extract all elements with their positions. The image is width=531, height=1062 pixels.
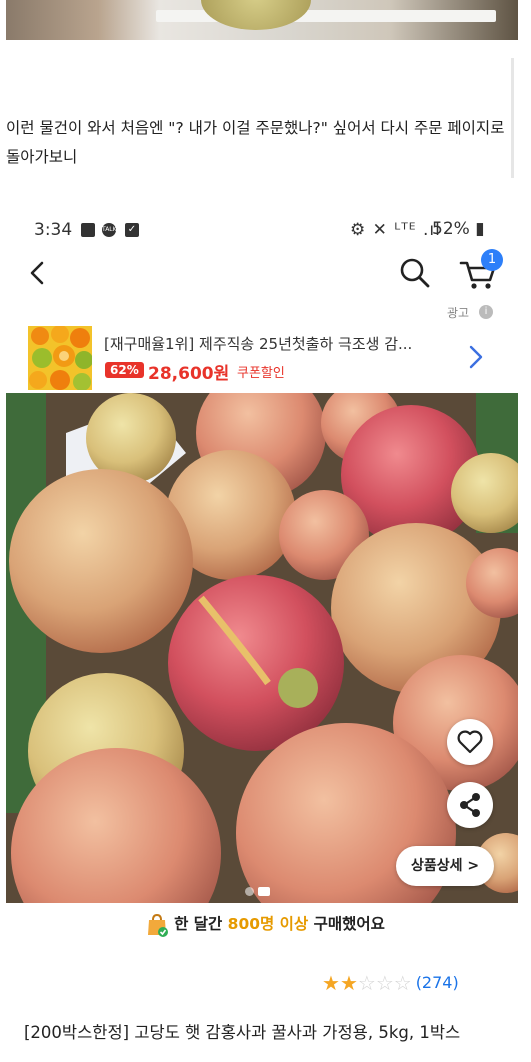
purchase-info: 한 달간 800명 이상 구매했어요 xyxy=(0,912,531,937)
status-time: 3:34 xyxy=(34,220,73,240)
review-count[interactable]: (274) xyxy=(416,973,459,992)
discount-badge: 62% xyxy=(105,362,144,378)
star-empty-icon: ☆ xyxy=(357,970,376,995)
post-caption: 이런 물건이 와서 처음엔 "? 내가 이걸 주문했나?" 싶어서 다시 주문 … xyxy=(6,119,505,166)
battery-icon: ▮ xyxy=(469,219,485,239)
star-filled-icon: ★ xyxy=(339,970,358,995)
gallery-icon xyxy=(81,223,95,237)
ad-thumbnail[interactable] xyxy=(28,326,92,390)
heart-icon xyxy=(457,730,483,754)
shopping-bag-icon xyxy=(146,913,169,937)
ad-label: 광고 xyxy=(447,306,470,320)
chevron-right-icon[interactable] xyxy=(466,343,486,371)
pagination-dot[interactable] xyxy=(245,887,254,896)
star-filled-icon: ★ xyxy=(322,970,340,995)
cart-count-badge: 1 xyxy=(481,249,503,271)
star-empty-icon: ☆ xyxy=(393,970,412,995)
star-empty-icon: ☆ xyxy=(375,970,394,995)
share-button[interactable] xyxy=(447,782,493,828)
rating[interactable]: ★★☆☆☆ (274) xyxy=(322,972,459,993)
pagination-dot-active[interactable] xyxy=(258,887,270,896)
star-rating: ★★☆☆☆ xyxy=(322,970,412,995)
share-icon xyxy=(460,793,480,817)
product-title: [200박스한정] 고당도 햇 감홍사과 꿀사과 가정용, 5kg, 1박스 xyxy=(24,1023,461,1042)
info-icon[interactable]: i xyxy=(479,305,493,319)
back-arrow-icon[interactable] xyxy=(24,258,54,288)
ad-title[interactable]: [재구매율1위] 제주직송 25년첫출하 극조생 감... xyxy=(104,333,454,354)
ad-price: 28,600원 xyxy=(148,364,230,384)
product-image[interactable] xyxy=(6,393,518,903)
purchase-prefix: 한 달간 xyxy=(174,915,228,933)
wishlist-button[interactable] xyxy=(447,719,493,765)
talk-icon: TALK xyxy=(102,223,117,237)
coupon-label: 쿠폰할인 xyxy=(237,366,285,381)
purchase-count: 800명 이상 xyxy=(227,915,309,933)
status-battery: 52% ▮ xyxy=(432,219,485,239)
check-icon: ✓ xyxy=(125,223,139,237)
product-detail-button[interactable]: 상품상세 > xyxy=(396,846,494,886)
battery-percent: 52% xyxy=(432,219,470,239)
purchase-suffix: 구매했어요 xyxy=(308,915,385,933)
search-icon[interactable] xyxy=(398,256,432,290)
previous-photo-crop xyxy=(6,0,518,40)
image-pagination[interactable] xyxy=(245,881,274,900)
status-signal: ⚙ ✕ ᴸᵀᴱ .ıl xyxy=(350,220,441,240)
